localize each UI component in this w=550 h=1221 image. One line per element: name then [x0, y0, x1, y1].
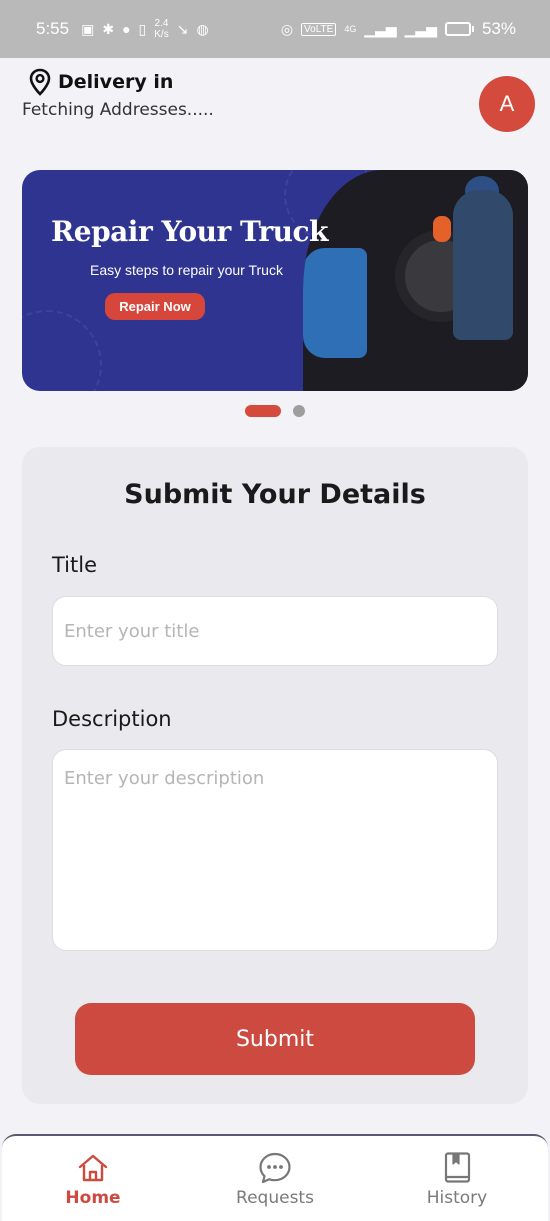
delivery-title: Delivery in [58, 71, 174, 93]
location-pin-icon: ● [122, 21, 131, 37]
location-pin-icon [29, 68, 51, 96]
home-icon [78, 1154, 108, 1182]
nfc-icon: ▣ [81, 20, 95, 37]
repair-now-button[interactable]: Repair Now [105, 293, 205, 320]
form-title: Submit Your Details [124, 479, 426, 510]
battery-icon [444, 22, 474, 36]
book-icon [444, 1152, 471, 1183]
signal-2-icon: ▁▃▅ [404, 20, 437, 37]
carousel-dot[interactable] [293, 405, 305, 417]
description-input[interactable] [52, 749, 498, 951]
description-label: Description [52, 707, 172, 731]
title-input[interactable] [52, 596, 498, 666]
submit-button[interactable]: Submit [75, 1003, 475, 1075]
net-speed-unit: K/s [154, 29, 169, 40]
title-label: Title [52, 553, 98, 577]
nav-item-history[interactable]: History [366, 1136, 548, 1221]
sync-icon: ◍ [196, 20, 209, 37]
signal-icon: ▁▃▅ [364, 20, 397, 37]
nav-item-requests[interactable]: Requests [184, 1136, 366, 1221]
hotspot-icon: ◎ [280, 20, 294, 37]
carousel-indicator [245, 405, 305, 417]
details-form: Submit Your Details Title Description Su… [22, 447, 528, 1104]
vibrate-icon: ▯ [138, 20, 147, 37]
bottom-nav: Home Requests History [2, 1134, 548, 1221]
avatar[interactable]: A [479, 76, 535, 132]
header: Delivery in Fetching Addresses..... A [0, 58, 550, 150]
address-status: Fetching Addresses..... [22, 100, 214, 120]
battery-percent: 53% [481, 19, 516, 38]
promo-banner[interactable]: Repair Your Truck Easy steps to repair y… [22, 170, 528, 391]
network-type: 4G [344, 24, 357, 34]
gear-decoration [22, 310, 102, 391]
carousel-dot-active[interactable] [245, 405, 281, 417]
delivery-location[interactable]: Delivery in [28, 68, 173, 96]
banner-subtitle: Easy steps to repair your Truck [90, 262, 283, 278]
bluetooth-icon: ✱ [102, 20, 115, 37]
net-speed-value: 2.4 [154, 18, 169, 29]
nav-label-requests: Requests [236, 1188, 314, 1208]
avatar-initial: A [499, 91, 515, 116]
nav-item-home[interactable]: Home [2, 1136, 184, 1221]
banner-title: Repair Your Truck [51, 215, 328, 248]
volte-badge: VoLTE [301, 22, 337, 36]
mechanic-truck-image [303, 170, 528, 391]
status-time: 5:55 [36, 19, 70, 38]
status-bar-left: 5:55 ▣ ✱ ● ▯ 2.4 K/s ↘ ◍ [36, 18, 209, 40]
nav-label-home: Home [65, 1188, 121, 1208]
status-bar-right: ◎ VoLTE 4G ▁▃▅ ▁▃▅ 53% [281, 19, 516, 39]
net-speed: 2.4 K/s [154, 18, 168, 40]
nav-label-history: History [426, 1188, 488, 1208]
status-bar: 5:55 ▣ ✱ ● ▯ 2.4 K/s ↘ ◍ ◎ VoLTE 4G ▁▃▅ … [0, 0, 550, 58]
chat-bubble-icon [259, 1152, 291, 1184]
missed-call-icon: ↘ [176, 20, 189, 37]
